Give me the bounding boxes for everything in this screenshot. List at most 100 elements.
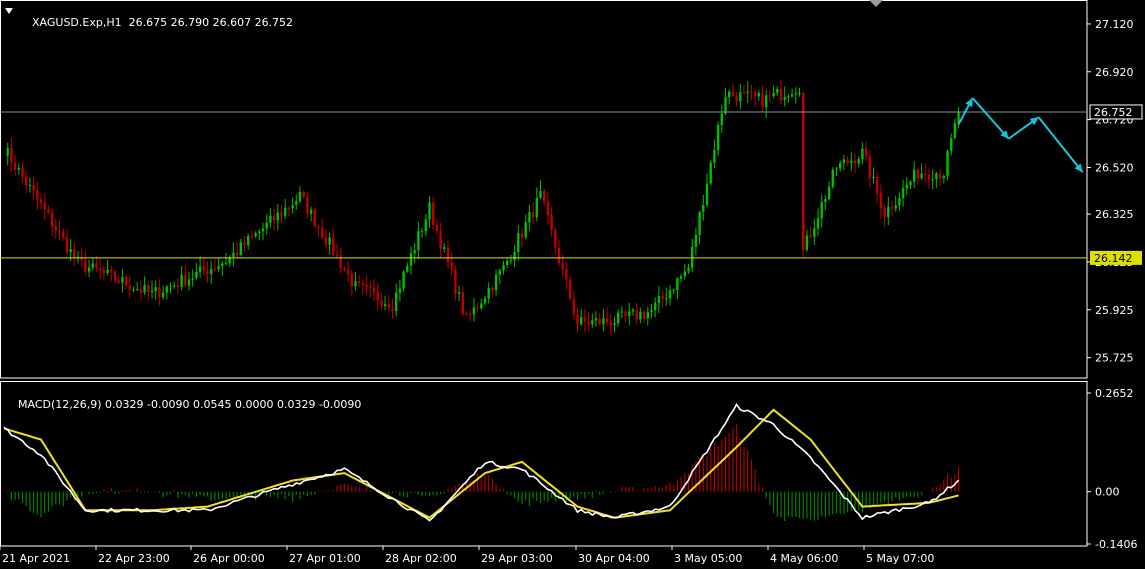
candle-body (531, 212, 535, 218)
candle-body (21, 168, 24, 177)
price-chart-svg[interactable]: 27.12026.92026.72026.52026.32526.12525.9… (0, 0, 1145, 569)
candle-body (184, 274, 187, 286)
candle-body (457, 292, 461, 294)
time-tick-label: 3 May 05:00 (674, 552, 742, 565)
candle-body (572, 299, 575, 315)
candle-body (661, 296, 664, 299)
candle-body (272, 215, 276, 221)
candle-body (650, 310, 653, 313)
candle-body (668, 290, 672, 299)
candle-body (520, 233, 524, 238)
candle-body (121, 276, 124, 283)
candle-body (406, 265, 409, 272)
candle-body (143, 284, 146, 293)
candle-body (395, 292, 398, 311)
candle-body (391, 308, 394, 311)
candle-body (528, 212, 531, 223)
candle-body (920, 173, 923, 179)
macd-tick-label: 0.00 (1095, 486, 1120, 499)
candle-body (761, 93, 764, 108)
candle-body (850, 160, 853, 163)
candle-body (372, 287, 376, 292)
candle-body (861, 148, 864, 160)
candle-body (295, 200, 298, 206)
candle-body (539, 190, 542, 198)
candle-body (802, 93, 805, 250)
candle-body (876, 176, 879, 193)
candle-body (535, 197, 538, 218)
candle-body (846, 159, 849, 163)
candle-body (461, 292, 464, 314)
candle-body (450, 262, 453, 270)
chart-shift-marker-icon[interactable] (869, 0, 883, 7)
chart-window[interactable]: 27.12026.92026.72026.52026.32526.12525.9… (0, 0, 1145, 569)
candle-body (816, 218, 820, 229)
candle-body (50, 212, 54, 227)
candle-body (720, 113, 723, 126)
candle-body (568, 279, 572, 300)
macd-values: 0.0329 -0.0090 0.0545 0.0000 0.0329 -0.0… (105, 398, 362, 411)
candle-body (916, 169, 920, 179)
candle-body (432, 202, 435, 225)
candle-body (47, 209, 50, 213)
candle-body (124, 276, 128, 286)
forecast-arrow-segment[interactable] (971, 97, 1010, 140)
candle-body (165, 286, 168, 293)
price-tick-label: 26.520 (1095, 161, 1134, 174)
time-tick-label: 5 May 07:00 (866, 552, 934, 565)
candle-body (901, 188, 905, 199)
candle-body (580, 317, 583, 325)
candle-body (321, 227, 324, 238)
candle-body (339, 254, 342, 268)
candle-body (657, 296, 661, 303)
candle-body (258, 231, 261, 234)
candle-body (665, 298, 668, 300)
candle-body (69, 249, 72, 253)
candle-body (598, 318, 601, 324)
candle-body (73, 249, 76, 258)
candle-body (794, 93, 797, 95)
candle-body (306, 196, 309, 214)
candle-body (517, 233, 520, 253)
candle-body (221, 263, 224, 267)
time-tick-label: 21 Apr 2021 (2, 552, 70, 565)
candle-body (953, 123, 957, 139)
forecast-arrow-segment[interactable] (1037, 116, 1084, 173)
candle-body (605, 318, 609, 323)
candle-body (287, 207, 291, 209)
candle-body (750, 91, 753, 93)
candle-body (313, 209, 316, 227)
candle-body (513, 252, 516, 261)
candle-body (565, 268, 568, 280)
candle-body (746, 91, 749, 93)
candle-body (243, 242, 246, 246)
candle-body (498, 270, 501, 275)
time-tick-label: 29 Apr 03:00 (481, 552, 553, 565)
candle-body (469, 313, 472, 315)
candle-body (831, 169, 834, 187)
candle-body (924, 173, 927, 175)
candle-body (6, 148, 9, 156)
candle-body (317, 226, 320, 228)
macd-label: MACD(12,26,9) (18, 398, 102, 411)
candle-body (713, 149, 716, 163)
candle-body (106, 269, 109, 273)
candle-body (691, 246, 694, 268)
candle-body (554, 230, 557, 249)
candle-body (139, 289, 143, 293)
candle-body (465, 313, 468, 315)
dropdown-arrow-icon[interactable] (5, 8, 13, 14)
candle-body (509, 260, 513, 262)
candle-body (872, 176, 875, 179)
forecast-arrow-head (1029, 117, 1039, 126)
candle-body (420, 231, 424, 233)
candle-body (898, 198, 901, 206)
candle-body (935, 173, 938, 180)
candle-body (413, 250, 416, 254)
candle-body (913, 169, 916, 182)
candle-body (91, 263, 94, 268)
candle-body (250, 236, 254, 238)
candle-body (950, 138, 953, 152)
candle-body (158, 287, 161, 298)
candle-body (724, 97, 727, 114)
